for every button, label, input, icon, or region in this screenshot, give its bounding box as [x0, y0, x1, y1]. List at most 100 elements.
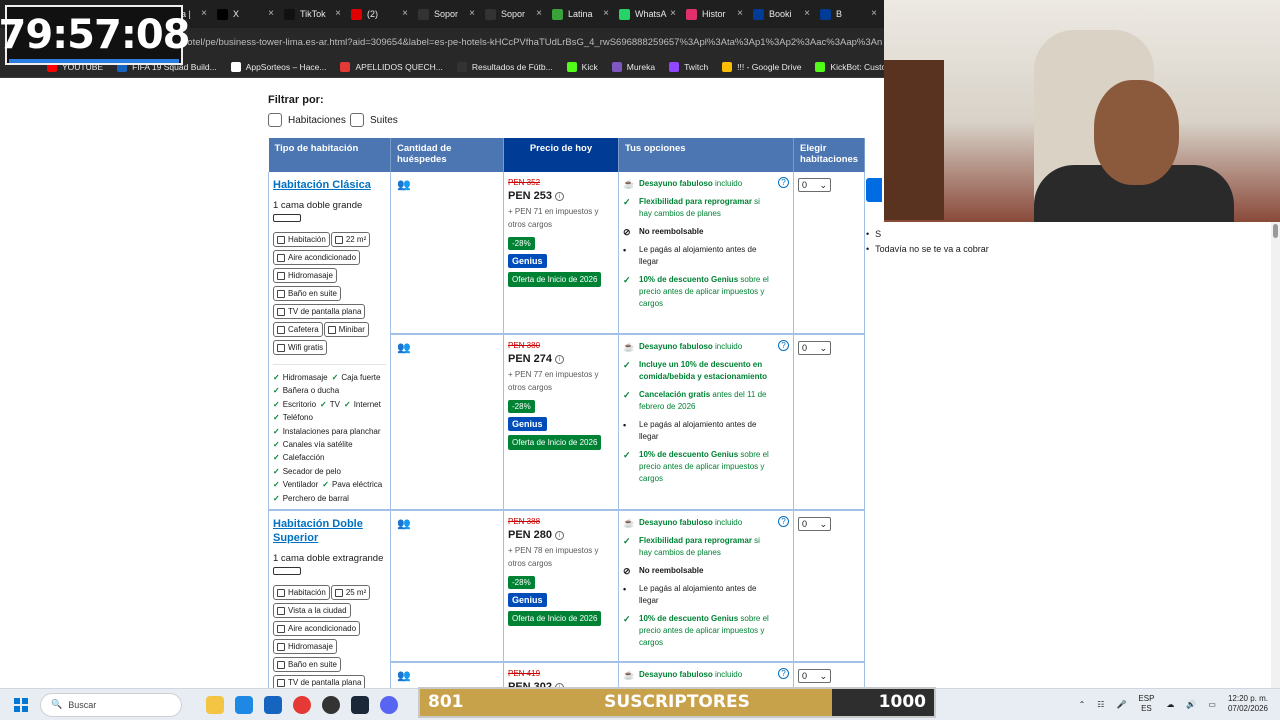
room-name-link[interactable]: Habitación Clásica	[273, 178, 386, 192]
microphone-icon[interactable]: 🎤	[1116, 700, 1126, 709]
help-icon[interactable]: ?	[778, 340, 789, 352]
help-icon[interactable]: ?	[778, 668, 789, 680]
deal-badge: Oferta de Inicio de 2026	[508, 272, 602, 287]
info-icon[interactable]: i	[555, 192, 565, 201]
bookmark-item[interactable]: Mureka	[605, 61, 662, 72]
file-explorer-icon[interactable]	[206, 695, 224, 714]
bookmark-item[interactable]: APELLIDOS QUECH...	[333, 61, 449, 72]
option-bold: No reembolsable	[639, 227, 704, 236]
checkbox-icon[interactable]	[268, 113, 282, 127]
checkbox-icon[interactable]	[350, 113, 364, 127]
guests-cell: 👥	[390, 510, 504, 664]
browser-tab[interactable]: WhatsA ×	[613, 0, 680, 28]
browser-tab[interactable]: B ×	[814, 0, 881, 28]
chevron-down-icon: ⌄	[819, 518, 827, 529]
bookmark-item[interactable]: Kick	[560, 61, 605, 72]
browser-tab[interactable]: Latina ×	[546, 0, 613, 28]
option-item: ✓ 10% de descuento Genius sobre el precio…	[623, 274, 775, 310]
room-quantity-select[interactable]: 0 ⌄	[798, 517, 831, 532]
tab-favicon-icon	[485, 8, 496, 20]
room-quantity-select[interactable]: 0 ⌄	[798, 341, 831, 356]
option-bold: Flexibilidad para reprogramar	[639, 536, 752, 546]
network-icon[interactable]: ☷	[1097, 700, 1104, 709]
close-icon[interactable]: ×	[335, 8, 341, 19]
amenity-row: ✓ Bañera o ducha	[273, 384, 386, 397]
bookmark-item[interactable]: Resultados de Fútb...	[450, 61, 560, 72]
deal-badge: Oferta de Inicio de 2026	[508, 611, 602, 627]
clock[interactable]: 12:20 p. m. 07/02/2026	[1228, 694, 1268, 714]
close-icon[interactable]: ×	[871, 8, 877, 19]
filter-label: Suites	[370, 114, 398, 126]
help-icon[interactable]: ?	[778, 177, 789, 188]
help-icon[interactable]: ?	[778, 516, 789, 528]
bookmark-item[interactable]: !!! - Google Drive	[715, 61, 808, 72]
filter-suites[interactable]: Suites	[350, 113, 398, 127]
close-icon[interactable]: ×	[469, 8, 475, 19]
volume-icon[interactable]: 🔊	[1186, 700, 1196, 709]
browser-tab[interactable]: Histor ×	[680, 0, 747, 28]
browser-tab[interactable]: X ×	[211, 0, 278, 28]
browser-tab[interactable]: Sopor ×	[412, 0, 479, 28]
close-icon[interactable]: ×	[536, 8, 542, 19]
bookmark-item[interactable]: Twitch	[662, 61, 715, 72]
room-name-link[interactable]: Habitación Doble Superior	[273, 517, 386, 545]
battery-icon[interactable]: ▭	[1208, 700, 1216, 709]
room-quantity-select[interactable]: 0 ⌄	[798, 178, 831, 192]
url-text[interactable]: hotel/pe/business-tower-lima.es-ar.html?…	[182, 37, 882, 48]
guests-cell: 👥	[390, 334, 504, 512]
chevron-up-icon[interactable]: ⌃	[1079, 700, 1086, 709]
close-icon[interactable]: ×	[670, 8, 676, 19]
option-item: ⊘ No reembolsable	[623, 565, 775, 577]
windows-start-icon[interactable]	[14, 697, 28, 712]
facility-list: Habitación 22 m² Aire acondicionado Hidroma…	[273, 230, 386, 356]
discord-icon[interactable]	[380, 695, 398, 714]
close-icon[interactable]: ×	[737, 8, 743, 19]
store-icon[interactable]	[264, 695, 282, 714]
room-quantity-select[interactable]: 0 ⌄	[798, 669, 831, 684]
bookmark-icon	[340, 61, 351, 72]
info-icon[interactable]: i	[555, 531, 565, 541]
option-bold: No reembolsable	[639, 566, 704, 576]
close-icon[interactable]: ×	[804, 8, 810, 19]
browser-tab[interactable]: (2) ×	[345, 0, 412, 28]
reserve-button[interactable]	[866, 178, 882, 202]
subscriber-goal: 1000	[878, 692, 926, 712]
info-icon[interactable]: i	[555, 355, 565, 365]
browser-tab[interactable]: TikTok ×	[278, 0, 345, 28]
facility-icon	[277, 660, 285, 669]
option-item: ☕ Desayuno fabuloso incluido	[623, 341, 775, 353]
close-icon[interactable]: ×	[201, 8, 207, 19]
browser-tab[interactable]: Sopor ×	[479, 0, 546, 28]
wifi-icon[interactable]: ☁	[1166, 700, 1174, 709]
options-cell: ? ☕ Desayuno fabuloso incluido ✓ Incluye un …	[618, 334, 794, 512]
header-guests: Cantidad de huéspedes	[390, 138, 504, 172]
two-persons-icon: 👥	[397, 518, 411, 531]
amenity-label: Ventilador	[282, 480, 319, 490]
close-icon[interactable]: ×	[402, 8, 408, 19]
amenity-label: Bañera o ducha	[282, 386, 340, 396]
select-value: 0	[802, 180, 808, 190]
old-price: PEN 388	[508, 517, 541, 527]
close-icon[interactable]: ×	[268, 8, 274, 19]
two-persons-icon: 👥	[397, 342, 411, 355]
taskbar-search[interactable]: 🔍 Buscar	[40, 692, 182, 717]
room-type-cell: Habitación Doble Superior 1 cama doble ex…	[268, 510, 391, 688]
edge-icon[interactable]	[235, 695, 253, 714]
filter-habitaciones[interactable]: Habitaciones	[268, 113, 346, 127]
close-icon[interactable]: ×	[603, 8, 609, 19]
tab-favicon-icon	[686, 8, 697, 20]
scrollbar-thumb[interactable]	[1273, 224, 1278, 238]
chrome-icon[interactable]	[293, 695, 311, 714]
bookmark-item[interactable]: AppSorteos – Hace...	[224, 61, 334, 72]
filter-label: Habitaciones	[288, 114, 346, 126]
facility-icon	[277, 325, 285, 334]
facility-badge: TV de pantalla plana	[273, 304, 366, 319]
language-indicator[interactable]: ESP ES	[1138, 694, 1154, 714]
browser-tab[interactable]: Booki ×	[747, 0, 814, 28]
check-icon: ✓	[623, 197, 631, 207]
tab-label: X	[233, 9, 240, 19]
steam-icon[interactable]	[351, 695, 369, 714]
select-value: 0	[802, 343, 808, 354]
bookmark-icon	[611, 61, 622, 72]
obs-icon[interactable]	[322, 695, 340, 714]
